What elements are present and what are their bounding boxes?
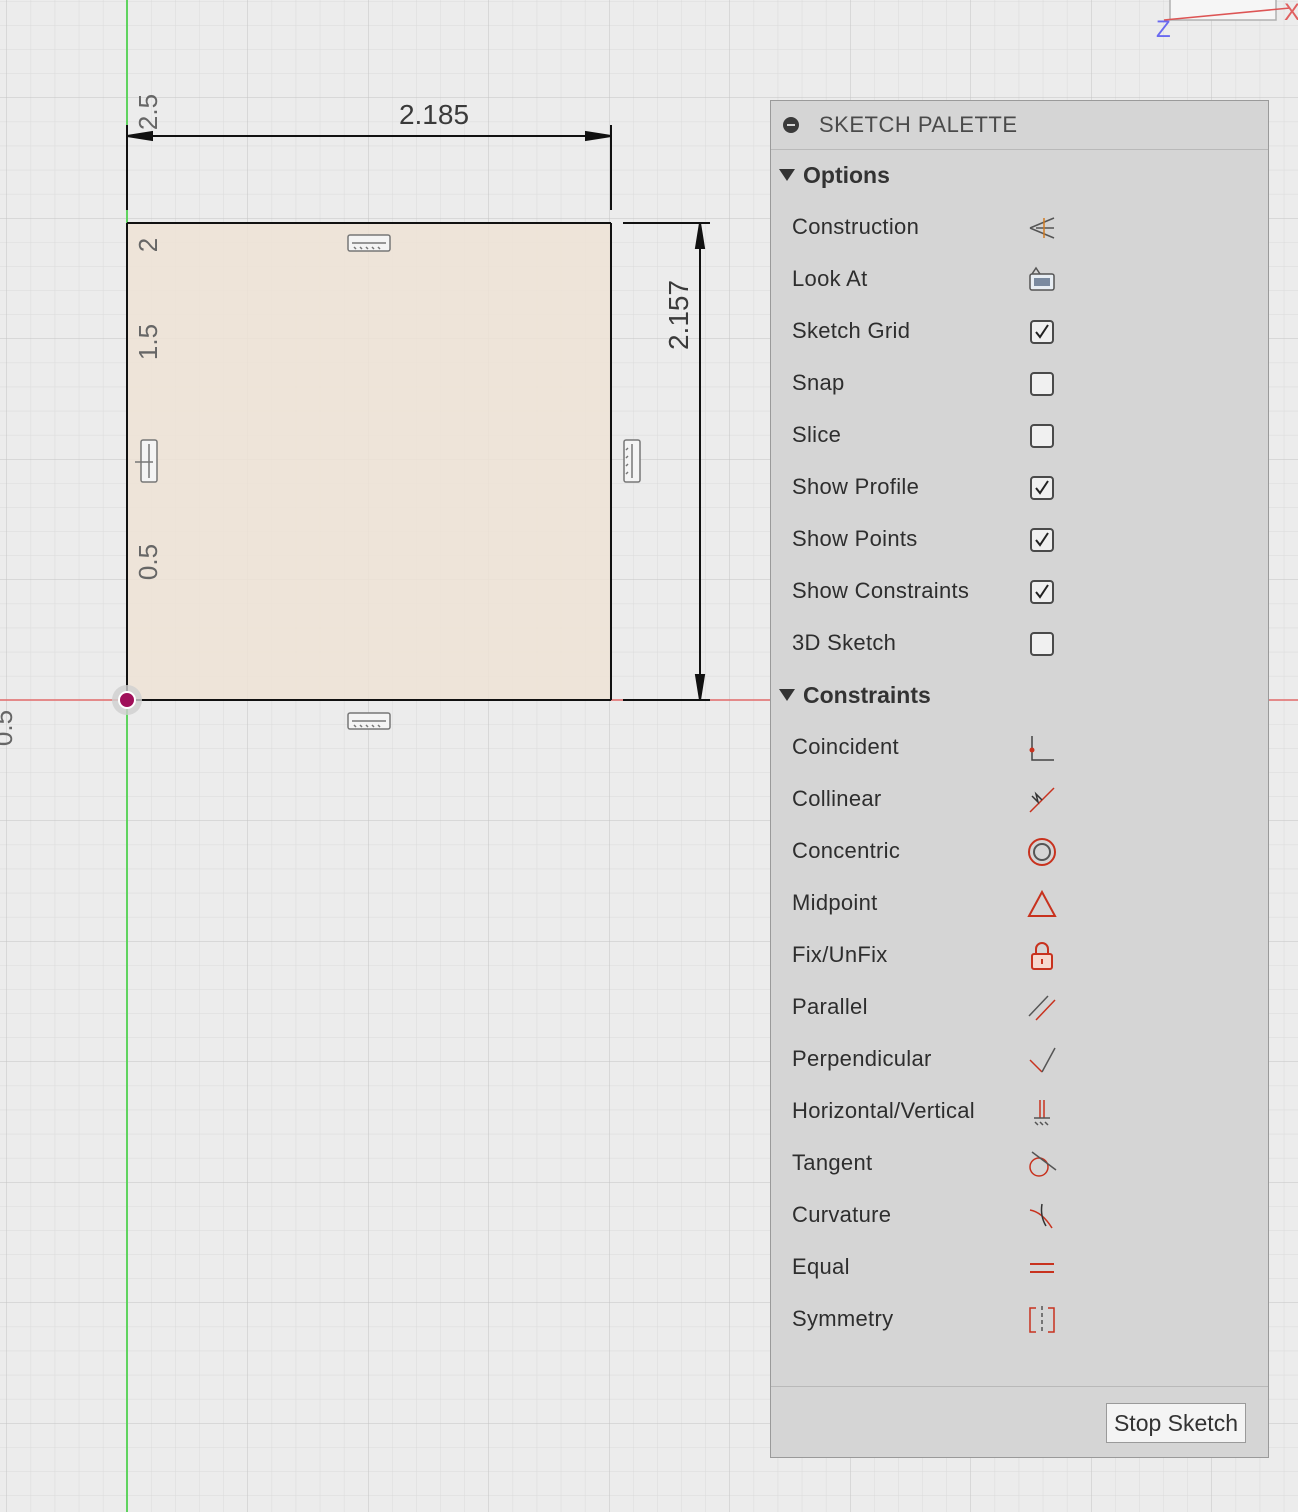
horizontal-vertical-icon[interactable] (1026, 1096, 1058, 1128)
constraint-row-collinear[interactable]: Collinear (771, 773, 1268, 825)
constraint-row-symmetry[interactable]: Symmetry (771, 1293, 1268, 1345)
expand-triangle-icon[interactable] (779, 169, 795, 181)
curvature-icon[interactable] (1026, 1200, 1058, 1232)
equal-icon[interactable] (1026, 1252, 1058, 1284)
slice-checkbox[interactable] (1030, 424, 1054, 448)
palette-footer: Stop Sketch (771, 1386, 1268, 1457)
ruler-label: 0.5 (133, 544, 163, 580)
option-label: Construction (792, 214, 920, 239)
horizontal-constraint-icon[interactable] (347, 712, 391, 730)
ruler-label: 2 (133, 238, 163, 252)
option-label: Sketch Grid (792, 318, 911, 343)
option-row-show-constraints[interactable]: Show Constraints (771, 565, 1268, 617)
expand-triangle-icon[interactable] (779, 689, 795, 701)
option-row-construction[interactable]: Construction (771, 201, 1268, 253)
options-section-label: Options (803, 161, 890, 188)
midpoint-icon[interactable] (1026, 888, 1058, 920)
collinear-icon[interactable] (1026, 784, 1058, 816)
constraint-label: Concentric (792, 838, 901, 863)
palette-title: SKETCH PALETTE (819, 112, 1018, 137)
option-row-show-points[interactable]: Show Points (771, 513, 1268, 565)
constraint-label: Symmetry (792, 1306, 894, 1331)
parallel-icon[interactable] (1026, 992, 1058, 1024)
constraint-row-tangent[interactable]: Tangent (771, 1137, 1268, 1189)
option-label: 3D Sketch (792, 630, 897, 655)
constraint-label: Perpendicular (792, 1046, 932, 1071)
constraint-label: Equal (792, 1254, 850, 1279)
option-row-sketch-grid[interactable]: Sketch Grid (771, 305, 1268, 357)
show-constraints-checkbox[interactable] (1030, 580, 1054, 604)
perpendicular-icon[interactable] (1026, 1044, 1058, 1076)
horizontal-constraint-icon[interactable] (347, 234, 391, 252)
constraint-row-coincident[interactable]: Coincident (771, 721, 1268, 773)
construction-icon[interactable] (1026, 212, 1058, 244)
constraint-label: Collinear (792, 786, 882, 811)
constraint-row-concentric[interactable]: Concentric (771, 825, 1268, 877)
options-section-header[interactable]: Options (771, 149, 1268, 201)
option-row-3d-sketch[interactable]: 3D Sketch (771, 617, 1268, 669)
option-row-slice[interactable]: Slice (771, 409, 1268, 461)
constraint-row-fix-unfix[interactable]: Fix/UnFix (771, 929, 1268, 981)
ruler-label: 1.5 (133, 324, 163, 360)
constraint-label: Curvature (792, 1202, 892, 1227)
constraint-row-equal[interactable]: Equal (771, 1241, 1268, 1293)
constraint-row-midpoint[interactable]: Midpoint (771, 877, 1268, 929)
concentric-icon[interactable] (1026, 836, 1058, 868)
constraint-label: Midpoint (792, 890, 878, 915)
show-points-checkbox[interactable] (1030, 528, 1054, 552)
coincident-icon[interactable] (1026, 732, 1058, 764)
constraint-row-horizontal-vertical[interactable]: Horizontal/Vertical (771, 1085, 1268, 1137)
option-label: Slice (792, 422, 842, 447)
origin-point[interactable] (112, 685, 142, 715)
sketch-profile[interactable] (127, 223, 611, 700)
height-dimension-value[interactable]: 2.157 (663, 280, 694, 350)
option-row-look-at[interactable]: Look At (771, 253, 1268, 305)
symmetry-icon[interactable] (1026, 1304, 1058, 1336)
option-label: Show Points (792, 526, 918, 551)
ruler-label: 2.5 (133, 94, 163, 130)
vertical-constraint-icon[interactable] (623, 439, 641, 483)
sketch-palette: SKETCH PALETTE Options Construction Look… (770, 100, 1269, 1458)
constraint-row-perpendicular[interactable]: Perpendicular (771, 1033, 1268, 1085)
show-profile-checkbox[interactable] (1030, 476, 1054, 500)
constraint-label: Tangent (792, 1150, 873, 1175)
option-row-show-profile[interactable]: Show Profile (771, 461, 1268, 513)
palette-header: SKETCH PALETTE (771, 101, 1268, 150)
constraint-label: Fix/UnFix (792, 942, 888, 967)
x-axis-label: X (1284, 0, 1298, 26)
sketch-grid-checkbox[interactable] (1030, 320, 1054, 344)
3d-sketch-checkbox[interactable] (1030, 632, 1054, 656)
tangent-icon[interactable] (1026, 1148, 1058, 1180)
snap-checkbox[interactable] (1030, 372, 1054, 396)
constraint-row-curvature[interactable]: Curvature (771, 1189, 1268, 1241)
constraint-label: Horizontal/Vertical (792, 1098, 975, 1123)
ruler-label-left-edge: 0.5 (0, 710, 18, 746)
option-label: Show Profile (792, 474, 920, 499)
option-label: Look At (792, 266, 868, 291)
look-at-icon[interactable] (1026, 264, 1058, 296)
lock-icon[interactable] (1026, 940, 1058, 972)
constraints-section-label: Constraints (803, 681, 931, 708)
option-label: Show Constraints (792, 578, 970, 603)
constraints-section-header[interactable]: Constraints (771, 669, 1268, 721)
z-axis-label: Z (1156, 16, 1171, 43)
stop-sketch-button[interactable]: Stop Sketch (1105, 1403, 1246, 1443)
constraint-label: Parallel (792, 994, 868, 1019)
collapse-palette-icon[interactable] (783, 117, 799, 133)
width-dimension-value[interactable]: 2.185 (399, 99, 469, 130)
constraint-label: Coincident (792, 734, 899, 759)
constraint-row-parallel[interactable]: Parallel (771, 981, 1268, 1033)
option-row-snap[interactable]: Snap (771, 357, 1268, 409)
option-label: Snap (792, 370, 845, 395)
